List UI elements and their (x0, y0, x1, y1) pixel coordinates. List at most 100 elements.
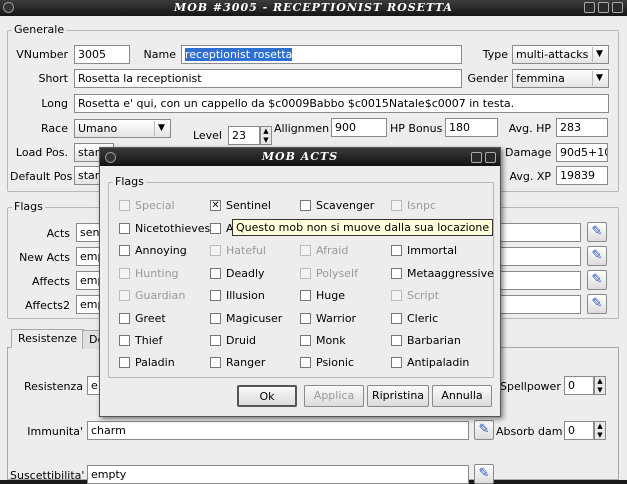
avghp-field[interactable]: 283 (556, 118, 608, 137)
window-titlebar[interactable]: MOB #3005 - RECEPTIONIST ROSETTA (0, 0, 627, 16)
flag-label: Hunting (135, 267, 179, 280)
name-label: Name (143, 48, 176, 61)
flag-checkbox-scavenger[interactable]: Scavenger (300, 199, 374, 212)
flag-checkbox-script[interactable]: Script (391, 289, 439, 302)
affects2-edit-button[interactable]: ✎ (587, 294, 607, 314)
flag-label: Barbarian (407, 334, 461, 347)
flag-label: Sentinel (226, 199, 271, 212)
hpbonus-label: HP Bonus (390, 122, 443, 135)
flag-checkbox-greet[interactable]: Greet (119, 312, 166, 325)
avgxp-field[interactable]: 19839 (556, 166, 608, 185)
flag-checkbox-cleric[interactable]: Cleric (391, 312, 438, 325)
minimize-icon[interactable] (471, 152, 482, 163)
suscett-field[interactable]: empty (87, 465, 469, 484)
tab-resistenze[interactable]: Resistenze (11, 329, 85, 348)
affects-edit-button[interactable]: ✎ (587, 270, 607, 290)
immunita-field[interactable]: charm (87, 421, 469, 440)
flag-label: Afraid (316, 244, 349, 257)
flag-checkbox-magicuser[interactable]: Magicuser (210, 312, 282, 325)
alignment-field[interactable]: 900 (331, 118, 387, 137)
flag-checkbox-isnpc[interactable]: Isnpc (391, 199, 436, 212)
gender-select[interactable]: femmina ▼ (512, 69, 609, 88)
flag-checkbox-polyself[interactable]: Polyself (300, 267, 358, 280)
dialog-menu-icon[interactable] (105, 152, 116, 163)
flag-checkbox-special[interactable]: Special (119, 199, 175, 212)
flag-checkbox-paladin[interactable]: Paladin (119, 356, 175, 369)
maximize-icon[interactable] (598, 2, 609, 13)
flag-label: Isnpc (407, 199, 436, 212)
type-label: Type (482, 48, 508, 61)
edit-icon: ✎ (591, 272, 603, 287)
flag-checkbox-thief[interactable]: Thief (119, 334, 162, 347)
flag-checkbox-afraid[interactable]: Afraid (300, 244, 348, 257)
flag-label: Immortal (407, 244, 458, 257)
short-field[interactable]: Rosetta la receptionist (74, 69, 462, 88)
gender-label: Gender (467, 72, 508, 85)
long-label: Long (41, 97, 68, 110)
long-field[interactable]: Rosetta e' qui, con un cappello da $c000… (74, 94, 609, 113)
flag-checkbox-warrior[interactable]: Warrior (300, 312, 356, 325)
applica-button[interactable]: Applica (304, 385, 364, 407)
checkmark-icon: ✕ (210, 200, 221, 211)
checkbox-icon (300, 245, 311, 256)
dialog-titlebar[interactable]: MOB ACTS (100, 148, 500, 166)
flag-checkbox-monk[interactable]: Monk (300, 334, 346, 347)
flag-checkbox-hunting[interactable]: Hunting (119, 267, 179, 280)
ok-button[interactable]: Ok (237, 385, 297, 407)
suscett-edit-button[interactable]: ✎ (474, 464, 494, 484)
checkbox-icon (119, 223, 130, 234)
type-select[interactable]: multi-attacks ▼ (512, 45, 609, 64)
name-field[interactable]: receptionist rosetta (181, 45, 462, 64)
checkbox-icon (119, 245, 130, 256)
ripristina-button[interactable]: Ripristina (367, 385, 429, 407)
newacts-edit-button[interactable]: ✎ (587, 246, 607, 266)
flag-label: Metaaggressive (407, 267, 494, 280)
type-value: multi-attacks (516, 48, 589, 61)
flag-checkbox-ranger[interactable]: Ranger (210, 356, 265, 369)
flag-checkbox-druid[interactable]: Druid (210, 334, 256, 347)
vnumber-field[interactable]: 3005 (74, 45, 130, 64)
flag-label: Annoying (135, 244, 187, 257)
flag-checkbox-sentinel[interactable]: ✕ Sentinel (210, 199, 271, 212)
immunita-edit-button[interactable]: ✎ (474, 420, 494, 440)
annulla-button[interactable]: Annulla (432, 385, 492, 407)
close-icon[interactable] (612, 2, 623, 13)
flag-checkbox-annoying[interactable]: Annoying (119, 244, 187, 257)
race-select[interactable]: Umano ▼ (74, 119, 171, 138)
spellpower-spinner[interactable]: ▲ ▼ (594, 376, 606, 395)
absorb-field[interactable]: 0 (564, 421, 594, 440)
flag-checkbox-metaaggressive[interactable]: Metaaggressive (391, 267, 494, 280)
flag-label: Illusion (226, 289, 265, 302)
flag-checkbox-deadly[interactable]: Deadly (210, 267, 265, 280)
flag-checkbox-immortal[interactable]: Immortal (391, 244, 457, 257)
checkbox-icon (119, 268, 130, 279)
flag-checkbox-psionic[interactable]: Psionic (300, 356, 354, 369)
hpbonus-field[interactable]: 180 (445, 118, 498, 137)
checkbox-icon (119, 290, 130, 301)
flag-checkbox-nicetothieves[interactable]: Nicetothieves (119, 222, 210, 235)
acts-edit-button[interactable]: ✎ (587, 222, 607, 242)
minimize-icon[interactable] (584, 2, 595, 13)
flag-checkbox-huge[interactable]: Huge (300, 289, 345, 302)
checkbox-icon (391, 357, 402, 368)
flag-checkbox-illusion[interactable]: Illusion (210, 289, 265, 302)
damage-field[interactable]: 90d5+10 (556, 143, 608, 162)
absorb-spinner[interactable]: ▲ ▼ (594, 421, 606, 440)
flag-label: Antipaladin (407, 356, 470, 369)
flag-checkbox-barbarian[interactable]: Barbarian (391, 334, 461, 347)
spellpower-label: Spellpower (500, 380, 561, 393)
flag-checkbox-guardian[interactable]: Guardian (119, 289, 185, 302)
flag-checkbox-antipaladin[interactable]: Antipaladin (391, 356, 469, 369)
level-field[interactable]: 23 (228, 126, 260, 145)
spellpower-field[interactable]: 0 (564, 376, 594, 395)
edit-icon: ✎ (591, 296, 603, 311)
flag-checkbox-hateful[interactable]: Hateful (210, 244, 266, 257)
checkbox-icon (391, 290, 402, 301)
chevron-down-icon: ▼ (592, 47, 606, 62)
absorb-label: Absorb dam (496, 425, 563, 438)
flag-label: Monk (316, 334, 346, 347)
checkbox-icon (210, 357, 221, 368)
window-menu-icon[interactable] (3, 2, 14, 13)
close-icon[interactable] (485, 152, 496, 163)
level-spinner[interactable]: ▲ ▼ (260, 126, 272, 145)
